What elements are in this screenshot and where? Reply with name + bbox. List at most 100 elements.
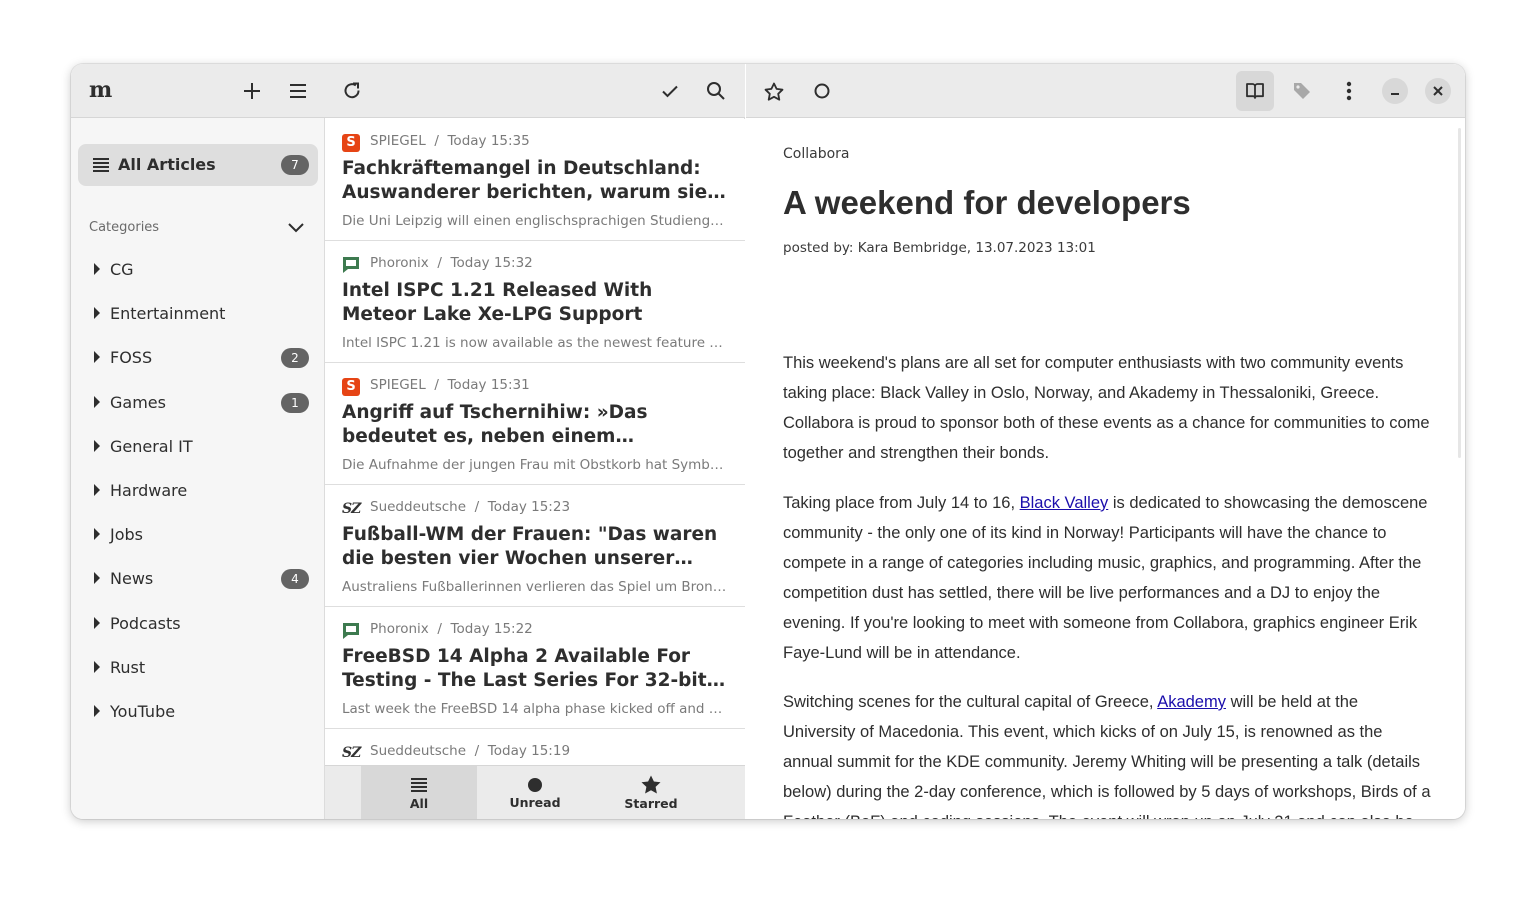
view-starred-button[interactable]: Starred bbox=[593, 766, 709, 819]
article-list-pane: S SPIEGEL / Today 15:35 Fachkräftemangel i… bbox=[325, 64, 745, 819]
app-logo: m bbox=[89, 77, 113, 103]
article-meta: SPIEGEL / Today 15:31 bbox=[370, 377, 530, 393]
sidebar-item-all-articles[interactable]: All Articles 7 bbox=[78, 144, 318, 186]
article-title: Angriff auf Tschernihiw: »Das bedeutet e… bbox=[342, 402, 648, 447]
reader-headerbar bbox=[746, 64, 1465, 118]
view-all-label: All bbox=[409, 795, 429, 811]
expand-triangle-icon[interactable] bbox=[93, 572, 101, 585]
article-row[interactable]: Phoronix / Today 15:22 FreeBSD 14 Alpha 2… bbox=[325, 607, 745, 729]
article-source: Phoronix bbox=[370, 621, 429, 637]
tag-icon bbox=[1294, 83, 1310, 99]
article-source: Sueddeutsche bbox=[370, 499, 467, 515]
black-valley-link[interactable]: Black Valley bbox=[1020, 494, 1109, 512]
article-row[interactable]: S SPIEGEL / Today 15:35 Fachkräftemangel i… bbox=[325, 119, 745, 241]
view-all-button[interactable]: All bbox=[361, 766, 477, 819]
search-button[interactable] bbox=[700, 75, 732, 107]
star-filled-icon bbox=[641, 775, 661, 794]
expand-triangle-icon[interactable] bbox=[93, 307, 101, 320]
sidebar-item-category[interactable]: News 4 bbox=[71, 557, 325, 601]
chevron-down-icon[interactable] bbox=[287, 220, 305, 234]
phoronix-icon bbox=[343, 257, 359, 273]
sidebar-item-category[interactable]: Podcasts bbox=[71, 602, 325, 646]
article-source: Phoronix bbox=[370, 255, 429, 271]
article-title: Fußball-WM der Frauen: "Das waren die be… bbox=[342, 524, 718, 569]
more-vertical-icon bbox=[1346, 81, 1352, 101]
sidebar: m All Articles 7 Categories CG Entertainm… bbox=[71, 64, 325, 819]
star-article-button[interactable] bbox=[758, 75, 790, 107]
article-summary: Intel ISPC 1.21 is now available as the … bbox=[342, 335, 728, 351]
paragraph-text: is dedicated to showcasing the demoscene… bbox=[783, 494, 1428, 663]
category-name: YouTube bbox=[110, 702, 176, 721]
meta-separator: / bbox=[434, 133, 439, 149]
sidebar-item-category[interactable]: General IT bbox=[71, 425, 325, 469]
akademy-link[interactable]: Akademy bbox=[1157, 693, 1226, 711]
main-menu-button[interactable] bbox=[282, 75, 314, 107]
paragraph-text: will be held at the University of Macedo… bbox=[783, 693, 1431, 819]
article-summary: Last week the FreeBSD 14 alpha phase kic… bbox=[342, 701, 728, 717]
close-icon bbox=[1433, 86, 1443, 96]
expand-triangle-icon[interactable] bbox=[93, 439, 101, 452]
sidebar-item-category[interactable]: Jobs bbox=[71, 513, 325, 557]
sidebar-item-category[interactable]: Hardware bbox=[71, 469, 325, 513]
expand-triangle-icon[interactable] bbox=[93, 616, 101, 629]
meta-separator: / bbox=[437, 255, 442, 271]
article-row[interactable]: SZ Sueddeutsche / Today 15:23 Fußball-WM d… bbox=[325, 485, 745, 607]
close-button[interactable] bbox=[1425, 78, 1451, 104]
mark-unread-button[interactable] bbox=[806, 75, 838, 107]
article-content: Collabora A weekend for developers poste… bbox=[783, 118, 1433, 819]
refresh-button[interactable] bbox=[336, 75, 368, 107]
category-unread-count: 1 bbox=[281, 392, 309, 413]
article-time: Today 15:32 bbox=[450, 255, 533, 271]
all-articles-label: All Articles bbox=[118, 155, 216, 174]
add-feed-button[interactable] bbox=[236, 75, 268, 107]
expand-triangle-icon[interactable] bbox=[93, 395, 101, 408]
article-title: Intel ISPC 1.21 Released With Meteor Lak… bbox=[342, 280, 653, 325]
article-author: posted by: Kara Bembridge, 13.07.2023 13… bbox=[783, 240, 1096, 256]
more-menu-button[interactable] bbox=[1333, 75, 1365, 107]
category-unread-count: 4 bbox=[281, 569, 309, 590]
sidebar-item-category[interactable]: Rust bbox=[71, 646, 325, 690]
article-row[interactable]: Phoronix / Today 15:32 Intel ISPC 1.21 Re… bbox=[325, 241, 745, 363]
expand-triangle-icon[interactable] bbox=[93, 351, 101, 364]
sidebar-item-category[interactable]: FOSS 2 bbox=[71, 336, 325, 380]
star-outline-icon bbox=[764, 82, 784, 101]
minimize-button[interactable] bbox=[1382, 78, 1408, 104]
spiegel-icon: S bbox=[342, 378, 360, 396]
category-name: FOSS bbox=[110, 348, 153, 368]
expand-triangle-icon[interactable] bbox=[93, 705, 101, 717]
expand-triangle-icon[interactable] bbox=[93, 484, 101, 496]
tag-button[interactable] bbox=[1286, 75, 1318, 107]
view-unread-button[interactable]: Unread bbox=[477, 766, 593, 819]
article-source: SPIEGEL bbox=[370, 133, 426, 149]
article-time: Today 15:35 bbox=[447, 133, 530, 149]
article-source: Sueddeutsche bbox=[370, 743, 467, 759]
expand-triangle-icon[interactable] bbox=[93, 528, 101, 541]
category-name: Podcasts bbox=[110, 613, 181, 633]
checkmark-icon bbox=[662, 85, 678, 98]
paragraph-text: Switching scenes for the cultural capita… bbox=[783, 693, 1158, 711]
sidebar-item-category[interactable]: CG bbox=[71, 248, 325, 292]
reader-mode-button[interactable] bbox=[1236, 71, 1274, 111]
sidebar-item-category[interactable]: Games 1 bbox=[71, 381, 325, 425]
phoronix-icon bbox=[343, 623, 359, 639]
article-summary: Die Uni Leipzig will einen englischsprac… bbox=[342, 213, 728, 229]
sidebar-item-category[interactable]: YouTube bbox=[71, 690, 325, 734]
article-paragraph-2: Taking place from July 14 to 16, Black V… bbox=[783, 488, 1431, 669]
list-icon bbox=[411, 777, 427, 792]
article-view-pane: Collabora A weekend for developers poste… bbox=[746, 64, 1465, 819]
hamburger-icon bbox=[290, 84, 306, 98]
category-name: Hardware bbox=[110, 481, 188, 500]
sidebar-item-category[interactable]: Entertainment bbox=[71, 292, 325, 336]
article-paragraph-1: This weekend's plans are all set for com… bbox=[783, 354, 1430, 463]
mark-all-read-button[interactable] bbox=[654, 75, 686, 107]
meta-separator: / bbox=[434, 377, 439, 393]
article-feed-name: Collabora bbox=[783, 146, 850, 162]
article-scrollbar[interactable] bbox=[1458, 128, 1461, 458]
category-unread-count: 2 bbox=[281, 348, 309, 369]
article-row[interactable]: S SPIEGEL / Today 15:31 Angriff auf Tscher… bbox=[325, 363, 745, 485]
article-time: Today 15:22 bbox=[450, 621, 533, 637]
expand-triangle-icon[interactable] bbox=[93, 660, 101, 673]
article-meta: Phoronix / Today 15:22 bbox=[370, 621, 533, 637]
expand-triangle-icon[interactable] bbox=[93, 263, 101, 275]
search-icon bbox=[707, 82, 725, 100]
